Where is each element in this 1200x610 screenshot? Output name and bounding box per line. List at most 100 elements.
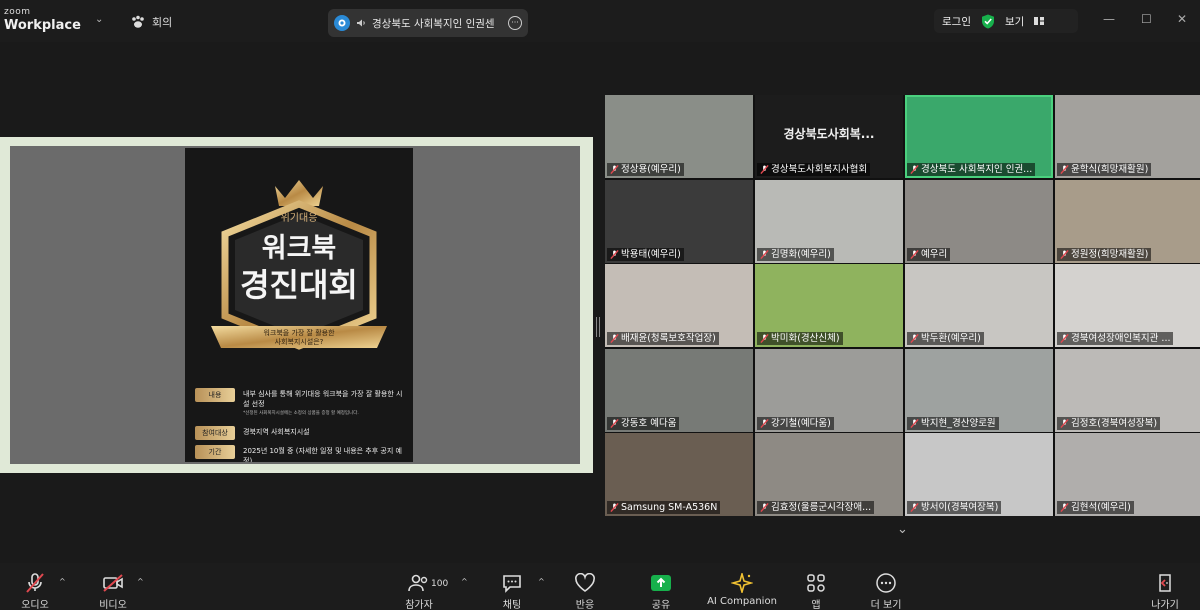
poster-row-label: 참여대상 bbox=[195, 426, 235, 440]
mic-muted-icon bbox=[610, 418, 619, 428]
chat-label: 채팅 bbox=[502, 600, 522, 610]
participant-name-text: 경상북도 사회복지인 인권... bbox=[921, 164, 1033, 175]
participant-tile[interactable]: 김정호(경북여성장복) bbox=[1055, 348, 1200, 432]
poster-row-content: 내용 내부 심사를 통해 위기대응 워크북을 가장 잘 활용한 시설 선정 bbox=[195, 388, 407, 408]
participant-name-text: 박지현_경산양로원 bbox=[921, 417, 996, 429]
participant-tile[interactable]: 박지현_경산양로원 bbox=[905, 348, 1053, 432]
participant-tile[interactable]: 김효정(울릉군시각장애... bbox=[755, 433, 903, 516]
ai-companion-button[interactable]: AI Companion bbox=[702, 567, 782, 610]
mic-muted-icon bbox=[1060, 418, 1069, 428]
brand-large-label: Workplace bbox=[4, 18, 81, 33]
poster-subtitle: 위기대응 bbox=[280, 213, 318, 224]
poster-row-value: 내부 심사를 통해 위기대응 워크북을 가장 잘 활용한 시설 선정 bbox=[243, 390, 403, 408]
top-right-controls: 로그인 보기 bbox=[934, 9, 1078, 33]
participant-name-label: 예우리 bbox=[907, 247, 951, 261]
more-options-icon[interactable]: ··· bbox=[508, 16, 522, 30]
participant-tile[interactable]: 경상북도사회복... 경상북도사회복지사협회 bbox=[755, 95, 903, 178]
participant-tile[interactable]: 배재윤(청록보호작업장) bbox=[605, 264, 753, 347]
login-button[interactable]: 로그인 bbox=[942, 14, 971, 29]
mic-muted-icon bbox=[760, 418, 769, 428]
video-off-icon bbox=[103, 574, 123, 592]
zoom-logo[interactable]: zoom Workplace bbox=[4, 8, 81, 33]
mic-muted-icon bbox=[610, 249, 619, 259]
participant-tile[interactable]: 박용태(예우리) bbox=[605, 179, 753, 263]
participant-name-text: 경북여성장애인복지관 ... bbox=[1071, 333, 1171, 344]
apps-button[interactable]: 앱 bbox=[776, 567, 856, 610]
security-shield-icon[interactable] bbox=[981, 14, 995, 29]
participant-name-text: 강기철(예다움) bbox=[771, 417, 831, 429]
poster-note: *선정된 사회복지시설에는 소정의 상품을 증정 할 예정입니다. bbox=[243, 411, 359, 416]
meeting-title: 경상북도 사회복지인 인권센 bbox=[372, 17, 495, 30]
video-label: 비디오 bbox=[99, 600, 127, 610]
mic-muted-icon bbox=[610, 334, 619, 343]
poster-row-period: 기간 2025년 10월 중 (자세한 일정 및 내용은 추후 공지 예정) bbox=[195, 445, 407, 462]
participant-name-label: 김현석(예우리) bbox=[1057, 501, 1134, 514]
participant-name-text: 김현석(예우리) bbox=[1071, 502, 1131, 513]
share-label: 공유 bbox=[651, 600, 671, 610]
participant-display-name: 경상북도사회복... bbox=[783, 127, 875, 141]
grid-view-icon[interactable] bbox=[1034, 16, 1045, 26]
participant-tile[interactable]: 경북여성장애인복지관 ... bbox=[1055, 264, 1200, 347]
heart-icon bbox=[575, 573, 595, 592]
mic-muted-icon bbox=[1060, 503, 1069, 512]
leave-button[interactable]: 나가기 bbox=[1125, 567, 1200, 610]
participants-button[interactable]: 100 참가자 bbox=[379, 567, 459, 610]
video-options-caret[interactable]: ^ bbox=[137, 577, 144, 586]
mic-muted-icon bbox=[910, 418, 919, 428]
chevron-down-icon[interactable]: ⌄ bbox=[95, 14, 103, 25]
contest-poster: 위기대응 워크북 경진대회 워크북을 가장 잘 활용한 사회복지시설은? 내용 … bbox=[185, 148, 413, 462]
mic-muted-icon bbox=[26, 573, 44, 593]
participant-tile[interactable]: 예우리 bbox=[905, 179, 1053, 263]
participant-name-text: 예우리 bbox=[921, 248, 948, 260]
poster-row-label: 내용 bbox=[195, 388, 235, 402]
participant-tile[interactable]: 정상용(예우리) bbox=[605, 95, 753, 178]
participants-options-caret[interactable]: ^ bbox=[461, 577, 468, 586]
participant-tile[interactable]: 김현석(예우리) bbox=[1055, 433, 1200, 516]
audio-button[interactable]: 오디오 bbox=[0, 567, 75, 610]
chat-options-caret[interactable]: ^ bbox=[538, 577, 545, 586]
meeting-title-pill[interactable]: 경상북도 사회복지인 인권센 ··· bbox=[328, 9, 528, 37]
participant-tile[interactable]: 경상북도 사회복지인 인권... bbox=[905, 95, 1053, 178]
mic-muted-icon bbox=[1060, 165, 1069, 174]
participant-name-label: 경상북도 사회복지인 인권... bbox=[907, 163, 1036, 176]
participant-tile[interactable]: 강동호 예다움 bbox=[605, 348, 753, 432]
participant-name-label: 박지현_경산양로원 bbox=[907, 416, 999, 430]
mic-muted-icon bbox=[910, 503, 919, 512]
participant-name-label: 박두환(예우리) bbox=[907, 332, 984, 345]
panel-splitter-handle[interactable] bbox=[596, 317, 600, 337]
close-icon[interactable]: ✕ bbox=[1177, 12, 1187, 26]
participant-tile[interactable]: 정원정(희망재활원) bbox=[1055, 179, 1200, 263]
more-label: 더 보기 bbox=[870, 600, 902, 610]
audio-options-caret[interactable]: ^ bbox=[59, 577, 66, 586]
participant-name-label: 방서이(경북여장복) bbox=[907, 501, 1002, 514]
participant-tile[interactable]: 박두환(예우리) bbox=[905, 264, 1053, 347]
participant-name-label: 윤학식(희망재활원) bbox=[1057, 163, 1152, 176]
mic-muted-icon bbox=[610, 165, 619, 174]
view-button[interactable]: 보기 bbox=[1005, 14, 1024, 29]
participant-tile[interactable]: 강기철(예다움) bbox=[755, 348, 903, 432]
participant-tile[interactable]: 김명화(예우리) bbox=[755, 179, 903, 263]
participant-name-text: 박용태(예우리) bbox=[621, 248, 681, 260]
mic-muted-icon bbox=[760, 249, 769, 259]
react-button[interactable]: 반응 bbox=[545, 567, 625, 610]
participant-tile[interactable]: 박미화(경산신체) bbox=[755, 264, 903, 347]
participant-name-label: 강기철(예다움) bbox=[757, 416, 834, 430]
video-button[interactable]: 비디오 bbox=[73, 567, 153, 610]
more-button[interactable]: 더 보기 bbox=[846, 567, 926, 610]
maximize-icon[interactable]: ☐ bbox=[1141, 12, 1152, 26]
minimize-icon[interactable]: — bbox=[1103, 12, 1115, 26]
mic-muted-icon bbox=[910, 165, 919, 174]
chevron-down-icon[interactable]: ⌄ bbox=[897, 522, 908, 537]
poster-row-label: 기간 bbox=[195, 445, 235, 459]
speaker-icon bbox=[357, 19, 365, 27]
participant-tile[interactable]: Samsung SM-A536N bbox=[605, 433, 753, 516]
share-button[interactable]: 공유 bbox=[621, 567, 701, 610]
participant-tile[interactable]: 방서이(경북여장복) bbox=[905, 433, 1053, 516]
meeting-tab[interactable]: 회의 bbox=[130, 14, 172, 30]
participant-name-label: 박용태(예우리) bbox=[607, 247, 684, 261]
participant-tile[interactable]: 윤학식(희망재활원) bbox=[1055, 95, 1200, 178]
meeting-info-icon[interactable] bbox=[334, 15, 350, 31]
poster-ribbon-line1: 워크북을 가장 잘 활용한 bbox=[263, 329, 335, 337]
chat-button[interactable]: 채팅 bbox=[472, 567, 552, 610]
sparkle-icon bbox=[731, 573, 753, 593]
